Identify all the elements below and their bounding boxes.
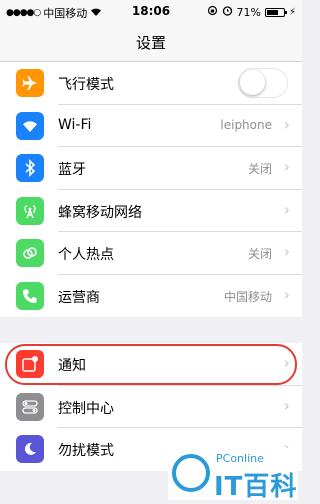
bluetooth-status-value: 关闭 xyxy=(247,162,272,176)
chevron-right-icon: › xyxy=(283,284,290,304)
settings-group-connectivity: 飞行模式 Wi-Fi leiphone › 蓝牙 关闭 › 蜂窝移动网络 › 个… xyxy=(0,62,302,317)
settings-row-wifi[interactable]: Wi-Fi leiphone › xyxy=(0,105,302,147)
alarm-icon xyxy=(222,5,233,19)
settings-row-cellular[interactable]: 蜂窝移动网络 › xyxy=(0,190,302,232)
watermark-text: IT百科 xyxy=(214,472,298,502)
wifi-icon xyxy=(16,111,44,140)
chevron-right-icon: › xyxy=(283,157,290,176)
chevron-right-icon: › xyxy=(283,199,290,219)
chevron-right-icon: › xyxy=(283,242,290,261)
charging-icon: ⚡ xyxy=(288,6,296,18)
status-bar: ●●●●○ 中国移动 18:06 71% ⚡ xyxy=(0,0,302,24)
control-center-icon xyxy=(16,392,44,421)
wifi-network-value: leiphone xyxy=(220,117,272,132)
settings-row-airplane-mode[interactable]: 飞行模式 xyxy=(0,62,302,105)
settings-row-label: 勿扰模式 xyxy=(58,443,114,459)
pconline-watermark: PConline IT百科 xyxy=(168,448,298,502)
settings-row-label: 飞行模式 xyxy=(58,77,114,93)
settings-row-personal-hotspot[interactable]: 个人热点 关闭 › xyxy=(0,232,302,275)
airplane-icon xyxy=(16,69,44,97)
hotspot-icon xyxy=(16,239,44,267)
cellular-icon xyxy=(16,196,44,225)
settings-row-label: 运营商 xyxy=(58,289,100,306)
chevron-right-icon: › xyxy=(283,395,290,415)
settings-row-label: 蓝牙 xyxy=(58,162,86,178)
settings-row-carrier[interactable]: 运营商 中国移动 › xyxy=(0,275,302,318)
settings-row-label: Wi-Fi xyxy=(58,116,92,133)
settings-row-label: 蜂窝移动网络 xyxy=(58,204,142,221)
watermark-brand: PConline xyxy=(216,452,264,465)
toggle-knob xyxy=(240,70,265,95)
hotspot-status-value: 关闭 xyxy=(247,247,272,261)
phone-icon xyxy=(16,281,44,310)
airplane-mode-toggle[interactable] xyxy=(238,68,288,98)
chevron-right-icon: › xyxy=(283,114,290,134)
battery-icon xyxy=(264,7,287,17)
page-title: 设置 xyxy=(135,34,166,52)
navigation-bar: 设置 xyxy=(0,24,302,62)
settings-row-control-center[interactable]: 控制中心 › xyxy=(0,386,302,428)
carrier-value: 中国移动 xyxy=(223,289,272,304)
pconline-logo-icon xyxy=(172,454,210,492)
settings-row-label: 个人热点 xyxy=(58,247,114,263)
settings-row-label: 控制中心 xyxy=(58,400,114,417)
settings-row-bluetooth[interactable]: 蓝牙 关闭 › xyxy=(0,147,302,190)
battery-percent: 71% xyxy=(236,5,261,19)
rotation-lock-icon xyxy=(207,5,218,19)
notifications-highlight-outline xyxy=(5,344,297,385)
bluetooth-icon xyxy=(16,154,44,182)
do-not-disturb-icon xyxy=(16,435,44,463)
